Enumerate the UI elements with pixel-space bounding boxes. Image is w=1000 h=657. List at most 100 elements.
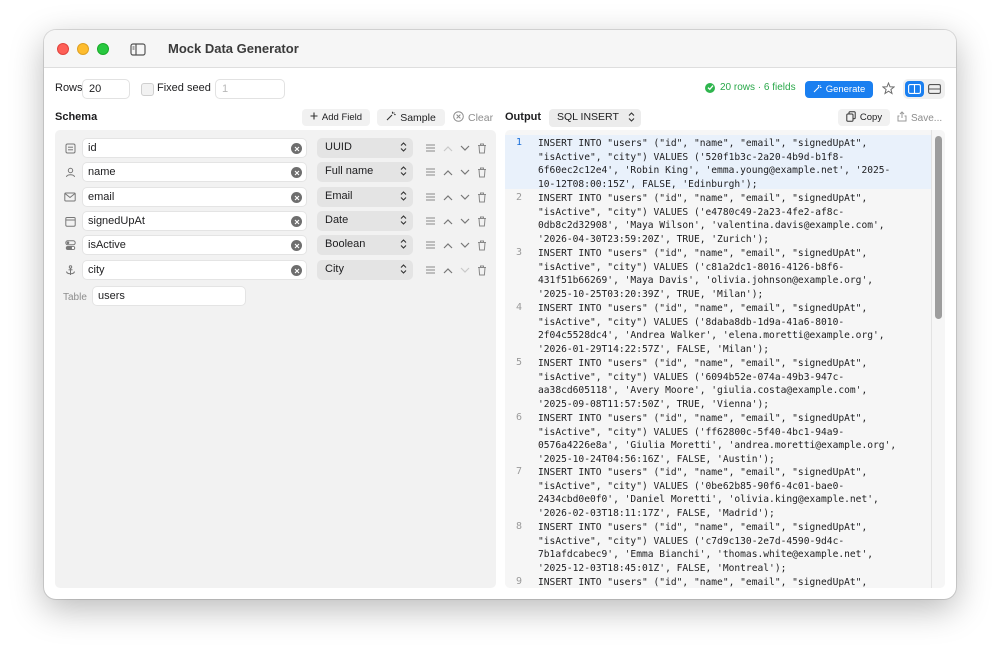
output-format-select[interactable]: SQL INSERT: [549, 109, 641, 127]
code-text: INSERT INTO "users" ("id", "name", "emai…: [538, 138, 891, 191]
line-number: 7: [515, 466, 523, 477]
settings-sliders-icon[interactable]: [424, 190, 436, 204]
settings-sliders-icon[interactable]: [424, 238, 436, 252]
rows-input[interactable]: 20: [82, 79, 130, 99]
toggle-icon: [63, 238, 77, 252]
field-type-select[interactable]: Full name: [317, 162, 413, 182]
code-text: INSERT INTO "users" ("id", "name", "emai…: [538, 413, 897, 466]
scrollbar-thumb[interactable]: [935, 136, 942, 319]
field-type-value: Email: [325, 190, 353, 202]
clear-field-icon[interactable]: [291, 143, 302, 154]
person-icon: [63, 165, 77, 179]
clear-field-icon[interactable]: [291, 265, 302, 276]
field-name-input[interactable]: name: [82, 162, 307, 182]
title-bar: Mock Data Generator: [44, 30, 956, 68]
output-code-panel[interactable]: 1 INSERT INTO "users" ("id", "name", "em…: [505, 130, 945, 588]
magic-wand-icon: [386, 111, 396, 124]
move-up-icon[interactable]: [442, 263, 454, 277]
field-type-select[interactable]: City: [317, 260, 413, 280]
zoom-window-button[interactable]: [97, 43, 109, 55]
envelope-icon: [63, 190, 77, 204]
line-number: 1: [515, 137, 523, 148]
app-window: Mock Data Generator Rows 20 Fixed seed 1…: [44, 30, 956, 599]
move-down-icon[interactable]: [459, 141, 471, 155]
settings-sliders-icon[interactable]: [424, 141, 436, 155]
trash-icon[interactable]: [476, 190, 488, 204]
chevron-updown-icon: [400, 142, 407, 155]
table-label: Table: [63, 292, 87, 303]
trash-icon[interactable]: [476, 165, 488, 179]
trash-icon[interactable]: [476, 141, 488, 155]
field-type-select[interactable]: Email: [317, 187, 413, 207]
output-title: Output: [505, 111, 542, 123]
add-field-button[interactable]: Add Field: [302, 109, 370, 126]
layout-segmented-control: [903, 79, 945, 99]
clear-button[interactable]: Clear: [453, 111, 493, 125]
clear-label: Clear: [468, 112, 494, 124]
trash-icon[interactable]: [476, 238, 488, 252]
table-name-input[interactable]: users: [92, 286, 246, 306]
save-label: Save...: [911, 112, 943, 124]
field-type-select[interactable]: UUID: [317, 138, 413, 158]
chevron-updown-icon: [400, 264, 407, 277]
chevron-updown-icon: [400, 215, 407, 228]
field-type-value: City: [325, 263, 344, 275]
fixed-seed-checkbox[interactable]: [141, 83, 154, 96]
sample-button[interactable]: Sample: [377, 109, 445, 126]
field-row: isActive Boolean: [55, 233, 496, 257]
line-number: 6: [515, 412, 523, 423]
settings-sliders-icon[interactable]: [424, 263, 436, 277]
field-type-select[interactable]: Date: [317, 211, 413, 231]
close-window-button[interactable]: [57, 43, 69, 55]
code-text: INSERT INTO "users" ("id", "name", "emai…: [538, 303, 885, 356]
move-down-icon[interactable]: [459, 263, 471, 277]
split-horizontal-icon[interactable]: [925, 81, 943, 97]
move-up-icon[interactable]: [442, 190, 454, 204]
move-down-icon[interactable]: [459, 214, 471, 228]
field-row: city City: [55, 258, 496, 282]
id-card-icon: [63, 141, 77, 155]
status-indicator: 20 rows · 6 fields: [705, 82, 796, 93]
trash-icon[interactable]: [476, 263, 488, 277]
sample-label: Sample: [400, 111, 436, 124]
move-up-icon[interactable]: [442, 141, 454, 155]
fixed-seed-label: Fixed seed: [157, 82, 211, 94]
move-down-icon[interactable]: [459, 190, 471, 204]
star-icon[interactable]: [881, 80, 895, 96]
clear-field-icon[interactable]: [291, 167, 302, 178]
move-up-icon[interactable]: [442, 238, 454, 252]
generate-button[interactable]: Generate: [805, 81, 873, 98]
code-text: INSERT INTO "users" ("id", "name", "emai…: [538, 577, 868, 588]
sidebar-toggle-icon[interactable]: [127, 40, 149, 58]
generate-label: Generate: [825, 84, 866, 95]
share-icon: [897, 111, 907, 125]
settings-sliders-icon[interactable]: [424, 165, 436, 179]
clear-field-icon[interactable]: [291, 192, 302, 203]
copy-button[interactable]: Copy: [838, 109, 890, 126]
move-down-icon[interactable]: [459, 238, 471, 252]
settings-sliders-icon[interactable]: [424, 214, 436, 228]
line-number: 4: [515, 302, 523, 313]
move-up-icon[interactable]: [442, 214, 454, 228]
field-type-select[interactable]: Boolean: [317, 235, 413, 255]
field-name-input[interactable]: isActive: [82, 235, 307, 255]
chevron-updown-icon: [400, 166, 407, 179]
clear-field-icon[interactable]: [291, 216, 302, 227]
field-name-input[interactable]: city: [82, 260, 307, 280]
split-vertical-icon[interactable]: [905, 81, 924, 97]
field-name-input[interactable]: signedUpAt: [82, 211, 307, 231]
move-up-icon[interactable]: [442, 165, 454, 179]
minimize-window-button[interactable]: [77, 43, 89, 55]
clear-field-icon[interactable]: [291, 240, 302, 251]
seed-input[interactable]: 1: [215, 79, 285, 99]
save-button[interactable]: Save...: [897, 111, 942, 125]
line-number: 8: [515, 521, 523, 532]
move-down-icon[interactable]: [459, 165, 471, 179]
trash-icon[interactable]: [476, 214, 488, 228]
copy-label: Copy: [859, 112, 883, 123]
chevron-updown-icon: [628, 112, 635, 125]
anchor-icon: [63, 263, 77, 277]
line-number: 9: [515, 576, 523, 587]
field-name-input[interactable]: id: [82, 138, 307, 158]
field-name-input[interactable]: email: [82, 187, 307, 207]
